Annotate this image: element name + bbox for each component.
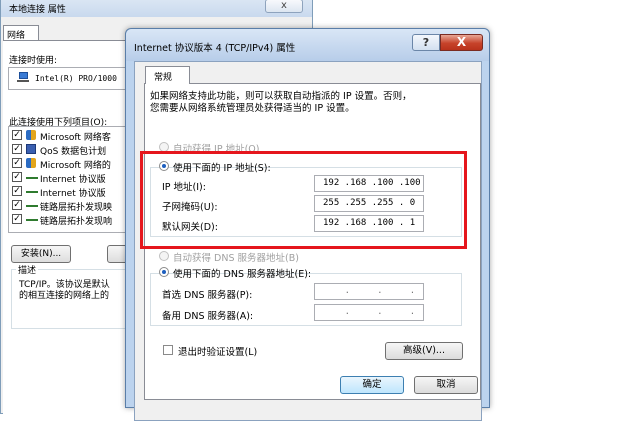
item-label: Internet 协议版 xyxy=(40,189,106,199)
intro-line: 如果网络支持此功能，则可以获取自动指派的 IP 设置。否则， xyxy=(150,91,412,102)
ok-button[interactable]: 确定 xyxy=(340,376,404,394)
item-label: Internet 协议版 xyxy=(40,175,106,185)
alternate-dns-label: 备用 DNS 服务器(A): xyxy=(162,311,254,322)
default-gateway-label: 默认网关(D): xyxy=(162,222,218,233)
preferred-dns-field[interactable]: . . . xyxy=(314,283,424,300)
dialog-body: 常规 xyxy=(134,61,482,421)
intro-line: 您需要从网络系统管理员处获得适当的 IP 设置。 xyxy=(150,103,355,114)
item-checkbox[interactable]: ✓ xyxy=(12,144,22,154)
cancel-button[interactable]: 取消 xyxy=(414,376,478,394)
manual-dns-label: 使用下面的 DNS 服务器地址(E): xyxy=(173,269,312,280)
auto-dns-label: 自动获得 DNS 服务器地址(B) xyxy=(173,253,299,264)
close-button[interactable]: X xyxy=(440,34,483,51)
item-checkbox[interactable]: ✓ xyxy=(12,158,22,168)
alternate-dns-field[interactable]: . . . xyxy=(314,304,424,321)
qos-icon xyxy=(26,144,36,154)
tab-general[interactable]: 常规 xyxy=(145,66,190,84)
protocol-icon xyxy=(26,205,38,207)
description-label: 描述 xyxy=(16,263,39,276)
dialog-title: Internet 协议版本 4 (TCP/IPv4) 属性 xyxy=(134,43,296,54)
help-button[interactable]: ? xyxy=(412,34,440,51)
tab-network[interactable]: 网络 xyxy=(3,25,39,41)
item-label: Microsoft 网络客 xyxy=(40,133,111,143)
item-label: 链路层拓扑发现映 xyxy=(40,203,113,213)
back-window-titlebar: 本地连接 属性 x xyxy=(1,0,312,17)
network-client-icon xyxy=(26,130,36,140)
default-gateway-field[interactable]: 192 .168 .100 . 1 xyxy=(314,215,424,232)
manual-ip-label: 使用下面的 IP 地址(S): xyxy=(173,163,271,174)
network-client-icon xyxy=(26,158,36,168)
item-checkbox[interactable]: ✓ xyxy=(12,200,22,210)
subnet-mask-field[interactable]: 255 .255 .255 . 0 xyxy=(314,195,424,212)
item-label: Microsoft 网络的 xyxy=(40,161,111,171)
preferred-dns-label: 首选 DNS 服务器(P): xyxy=(162,290,253,301)
connect-using-label: 连接时使用: xyxy=(9,56,58,66)
radio-button[interactable] xyxy=(159,251,169,261)
radio-button[interactable] xyxy=(159,161,169,171)
back-window-title: 本地连接 属性 xyxy=(9,5,66,15)
network-adapter-icon xyxy=(17,72,29,83)
protocol-icon xyxy=(26,191,38,193)
dialog-titlebar[interactable]: Internet 协议版本 4 (TCP/IPv4) 属性 ? X xyxy=(126,29,489,61)
validate-on-exit-label: 退出时验证设置(L) xyxy=(178,347,258,358)
item-checkbox[interactable]: ✓ xyxy=(12,172,22,182)
adapter-name: Intel(R) PRO/1000 xyxy=(35,74,117,83)
item-label: QoS 数据包计划 xyxy=(40,147,107,157)
intro-text: 如果网络支持此功能，则可以获取自动指派的 IP 设置。否则， 您需要从网络系统管… xyxy=(150,91,412,115)
subnet-mask-label: 子网掩码(U): xyxy=(162,202,218,213)
protocol-icon xyxy=(26,219,38,221)
radio-button[interactable] xyxy=(159,267,169,277)
back-window-close-button[interactable]: x xyxy=(265,0,303,13)
item-label: 链路层拓扑发现响 xyxy=(40,217,113,227)
ip-address-field[interactable]: 192 .168 .100 .100 xyxy=(314,175,424,192)
item-checkbox[interactable]: ✓ xyxy=(12,186,22,196)
protocol-icon xyxy=(26,177,38,179)
ip-address-label: IP 地址(I): xyxy=(162,182,206,193)
advanced-button[interactable]: 高级(V)... xyxy=(385,342,463,360)
item-checkbox[interactable]: ✓ xyxy=(12,130,22,140)
checkbox[interactable] xyxy=(163,345,173,355)
radio-button[interactable] xyxy=(159,142,169,152)
item-checkbox[interactable]: ✓ xyxy=(12,214,22,224)
auto-ip-label: 自动获得 IP 地址(O) xyxy=(173,144,260,155)
install-button[interactable]: 安装(N)... xyxy=(11,245,71,263)
